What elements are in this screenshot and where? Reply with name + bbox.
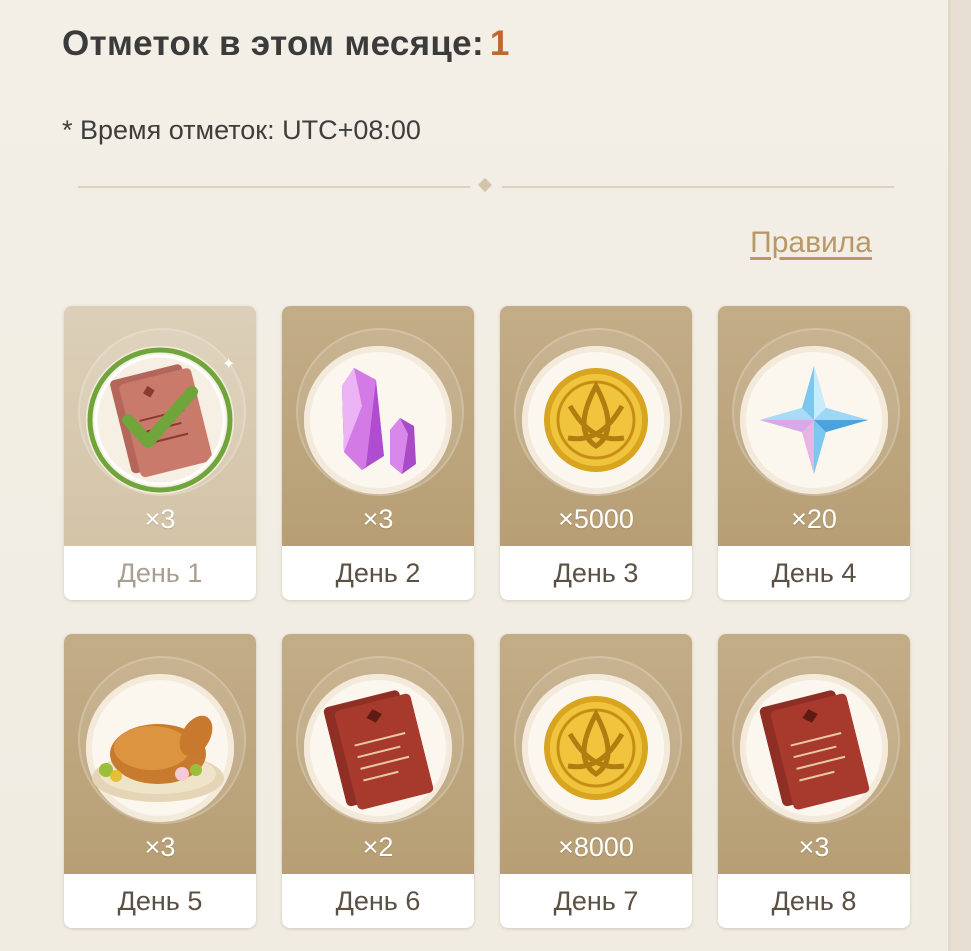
reward-day-label: День 7 [553, 886, 639, 916]
primogem-icon [760, 366, 868, 474]
experience-book-icon [759, 690, 870, 810]
reward-quantity: ×5000 [558, 504, 634, 534]
checkin-count: 1 [489, 24, 510, 63]
reward-day-label: День 8 [771, 886, 857, 916]
reward-quantity: ×3 [798, 832, 830, 862]
reward-card-day-7[interactable]: ×8000 День 7 [500, 634, 692, 928]
reward-day-label: День 6 [335, 886, 421, 916]
companionship-exp-icon [87, 347, 233, 493]
reward-card-day-2[interactable]: ×3 День 2 [282, 306, 474, 600]
section-divider [78, 177, 894, 193]
reward-card-day-8[interactable]: ×3 День 8 [718, 634, 910, 928]
reward-card-day-3[interactable]: ×5000 День 3 [500, 306, 692, 600]
reward-card-day-4[interactable]: ×20 День 4 [718, 306, 910, 600]
reward-card-day-1[interactable]: ✦ ×3 День 1 [64, 306, 256, 600]
checkin-panel: Отметок в этом месяце: 1 * Время отметок:… [0, 0, 951, 951]
roast-chicken-icon [92, 715, 224, 802]
reward-quantity: ×3 [362, 504, 394, 534]
reward-quantity: ×8000 [558, 832, 634, 862]
timezone-note: * Время отметок: UTC+08:00 [62, 115, 421, 145]
reward-day-label: День 2 [335, 558, 421, 588]
reward-card-day-6[interactable]: ×2 День 6 [282, 634, 474, 928]
reward-day-label: День 1 [117, 558, 203, 588]
reward-day-label: День 5 [117, 886, 203, 916]
reward-card-day-5[interactable]: ×3 День 5 [64, 634, 256, 928]
experience-book-icon [323, 690, 434, 810]
rewards-grid: ✦ ×3 День 1 ×3 День 2 ×5000 День 3 ×20 Д… [64, 306, 910, 928]
divider-line-left [78, 186, 470, 188]
reward-quantity: ×2 [362, 832, 394, 862]
divider-line-right [502, 186, 894, 188]
reward-quantity: ×3 [144, 504, 176, 534]
reward-quantity: ×3 [144, 832, 176, 862]
reward-day-label: День 4 [771, 558, 857, 588]
reward-quantity: ×20 [791, 504, 837, 534]
mora-coin-icon [544, 696, 648, 800]
page-title: Отметок в этом месяце: 1 [62, 24, 510, 64]
crystal-ore-icon [342, 368, 416, 474]
title-label: Отметок в этом месяце: [62, 24, 484, 63]
divider-diamond-icon [477, 177, 493, 193]
scroll-edge [951, 0, 971, 951]
rules-link[interactable]: Правила [750, 226, 872, 260]
reward-day-label: День 3 [553, 558, 639, 588]
mora-coin-icon [544, 368, 648, 472]
